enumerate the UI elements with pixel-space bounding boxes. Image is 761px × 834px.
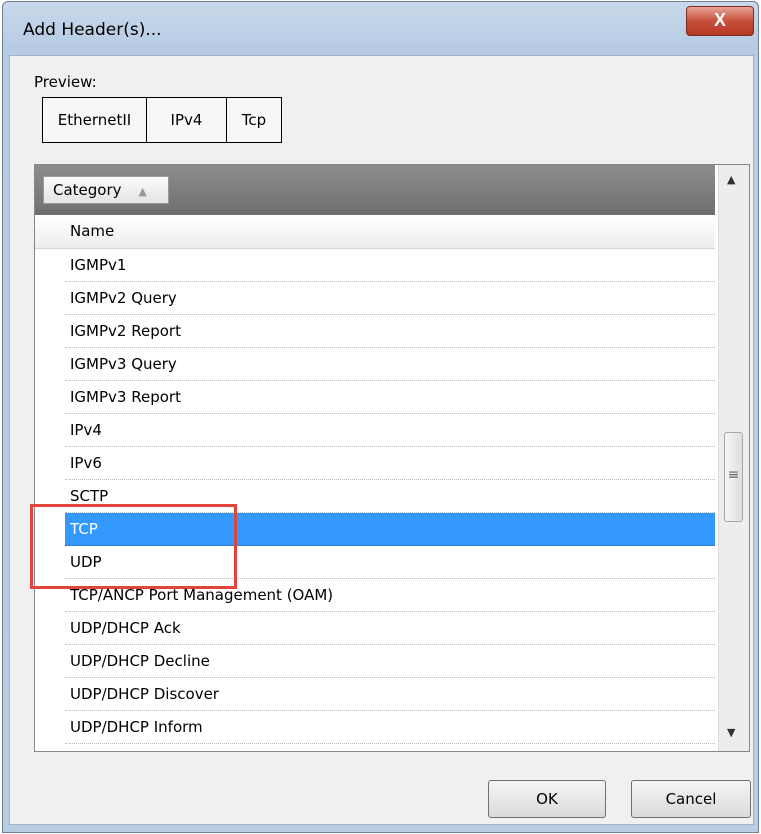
- category-label: Category: [53, 181, 122, 199]
- scroll-grip-icon: ≡: [727, 467, 740, 483]
- column-header-label: Name: [70, 222, 115, 240]
- list-item[interactable]: IGMPv3 Query: [65, 348, 715, 381]
- header-grid[interactable]: Category ▲ Name IGMPv1 IGMPv2 Query IGMP…: [34, 164, 750, 752]
- list-item[interactable]: IGMPv2 Query: [65, 282, 715, 315]
- group-by-panel: Category ▲: [35, 165, 715, 215]
- list-item[interactable]: IPv4: [65, 414, 715, 447]
- preview-item-ipv4: IPv4: [146, 97, 227, 143]
- list-item[interactable]: IPv6: [65, 447, 715, 480]
- list-item[interactable]: UDP/DHCP Inform: [65, 711, 715, 744]
- annotation-highlight-box: [30, 504, 237, 589]
- sort-asc-icon: ▲: [138, 185, 147, 198]
- close-button[interactable]: X: [686, 6, 754, 36]
- vertical-scrollbar[interactable]: ▲ ≡ ▼: [718, 165, 749, 751]
- preview-item-tcp: Tcp: [226, 97, 282, 143]
- preview-label: Preview:: [34, 73, 97, 91]
- scroll-down-icon[interactable]: ▼: [727, 726, 735, 739]
- dialog-title: Add Header(s)...: [23, 20, 162, 40]
- scroll-thumb[interactable]: ≡: [724, 432, 743, 522]
- list-item[interactable]: IGMPv3 Report: [65, 381, 715, 414]
- list-item[interactable]: IGMPv1: [65, 249, 715, 282]
- list-item[interactable]: IGMPv2 Report: [65, 315, 715, 348]
- close-icon[interactable]: X: [714, 10, 726, 30]
- preview-item-ethernetii: EthernetII: [42, 97, 147, 143]
- list-item[interactable]: UDP/DHCP Ack: [65, 612, 715, 645]
- cancel-button[interactable]: Cancel: [631, 780, 751, 818]
- list-item[interactable]: UDP/DHCP Discover: [65, 678, 715, 711]
- ok-button[interactable]: OK: [488, 780, 606, 818]
- scroll-up-icon[interactable]: ▲: [727, 173, 735, 186]
- column-header-name[interactable]: Name: [35, 216, 715, 249]
- category-group-button[interactable]: Category ▲: [43, 176, 169, 204]
- list-item[interactable]: UDP/DHCP Decline: [65, 645, 715, 678]
